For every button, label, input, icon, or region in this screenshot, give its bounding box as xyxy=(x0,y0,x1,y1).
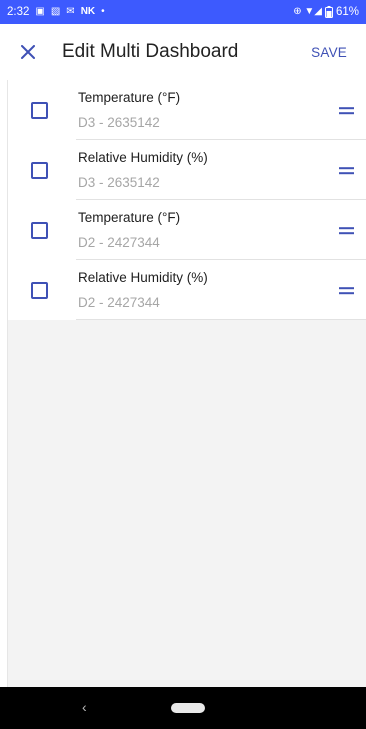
status-left: 2:32 ▣ ▧ ✉ NK • xyxy=(7,6,105,18)
home-pill-icon[interactable] xyxy=(171,703,205,713)
page-title: Edit Multi Dashboard xyxy=(62,41,239,62)
item-checkbox[interactable] xyxy=(31,281,48,299)
signal-wifi-icon: ⊕ ▼◢ xyxy=(293,6,322,17)
empty-area xyxy=(8,320,366,687)
notification-dot-icon: • xyxy=(101,6,105,17)
status-right: ⊕ ▼◢ 61% xyxy=(293,6,359,18)
battery-icon xyxy=(324,6,333,18)
notification-icon-2: ▧ xyxy=(50,6,61,17)
left-edge xyxy=(0,24,8,687)
list-item[interactable]: Temperature (°F) D3 - 2635142 xyxy=(8,80,366,140)
drag-handle-icon[interactable] xyxy=(339,287,354,295)
item-subtitle: D2 - 2427344 xyxy=(78,234,160,250)
item-checkbox[interactable] xyxy=(31,161,48,179)
item-subtitle: D3 - 2635142 xyxy=(78,174,160,190)
close-button[interactable] xyxy=(0,24,56,80)
item-text: Temperature (°F) D3 - 2635142 xyxy=(78,89,180,132)
app-bar: Edit Multi Dashboard SAVE xyxy=(0,24,366,80)
item-subtitle: D3 - 2635142 xyxy=(78,114,160,130)
item-subtitle: D2 - 2427344 xyxy=(78,294,160,310)
system-nav-bar: ‹ xyxy=(0,687,366,729)
item-text: Relative Humidity (%) D3 - 2635142 xyxy=(78,149,208,192)
item-title: Relative Humidity (%) xyxy=(78,149,208,165)
list-item[interactable]: Relative Humidity (%) D3 - 2635142 xyxy=(8,140,366,200)
item-text: Relative Humidity (%) D2 - 2427344 xyxy=(78,269,208,312)
list-item[interactable]: Temperature (°F) D2 - 2427344 xyxy=(8,200,366,260)
item-checkbox[interactable] xyxy=(31,101,48,119)
save-button[interactable]: SAVE xyxy=(311,45,347,60)
item-title: Relative Humidity (%) xyxy=(78,269,208,285)
drag-handle-icon[interactable] xyxy=(339,167,354,175)
status-bar: 2:32 ▣ ▧ ✉ NK • ⊕ ▼◢ 61% xyxy=(0,0,366,24)
list-item[interactable]: Relative Humidity (%) D2 - 2427344 xyxy=(8,260,366,320)
battery-percent: 61% xyxy=(335,6,359,18)
drag-handle-icon[interactable] xyxy=(339,107,354,115)
dashboard-item-list: Temperature (°F) D3 - 2635142 Relative H… xyxy=(8,80,366,320)
back-icon[interactable]: ‹ xyxy=(82,699,87,715)
item-title: Temperature (°F) xyxy=(78,89,181,105)
notification-icon-3: ✉ xyxy=(66,6,75,17)
item-text: Temperature (°F) D2 - 2427344 xyxy=(78,209,180,252)
notification-icon-4: NK xyxy=(80,6,96,17)
notification-icon-1: ▣ xyxy=(35,6,45,17)
drag-handle-icon[interactable] xyxy=(339,227,354,235)
status-time: 2:32 xyxy=(7,6,30,18)
item-title: Temperature (°F) xyxy=(78,209,181,225)
item-checkbox[interactable] xyxy=(31,221,48,239)
close-icon xyxy=(21,45,35,59)
